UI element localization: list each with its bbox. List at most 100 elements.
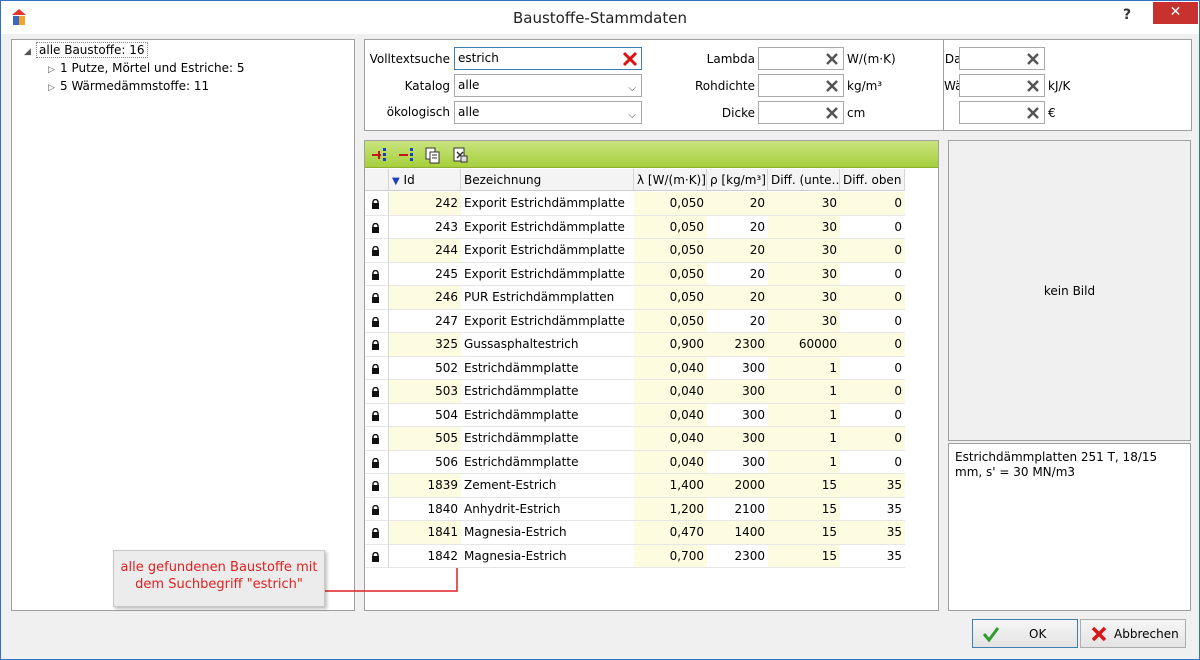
table-row[interactable]: 505 Estrichdämmplatte 0,040 300 1 0 (365, 427, 905, 451)
clear-icon[interactable] (823, 77, 841, 95)
lock-cell (365, 356, 389, 380)
no-image-text: kein Bild (1043, 284, 1096, 298)
table-row[interactable]: 1842 Magnesia-Estrich 0,700 2300 15 35 (365, 544, 905, 568)
dampfdiff-input[interactable] (959, 47, 1045, 70)
table-cell: 0 (840, 333, 905, 357)
clear-icon[interactable] (1024, 104, 1042, 122)
table-cell: 0 (840, 403, 905, 427)
add-column-icon[interactable] (370, 146, 388, 164)
table-cell: Estrichdämmplatte (461, 403, 634, 427)
table-cell: 30 (768, 286, 840, 310)
export-icon[interactable] (451, 146, 469, 164)
grid-toolbar (365, 141, 938, 168)
lock-icon (372, 457, 379, 468)
tree-item-waermedaemm[interactable]: ▷ 5 Wärmedämmstoffe: 11 (48, 78, 209, 94)
table-cell: 1,400 (634, 474, 707, 498)
lock-icon (372, 293, 379, 303)
help-button[interactable]: ? (1113, 5, 1141, 27)
table-cell: 20 (707, 286, 768, 310)
remove-column-icon[interactable] (397, 146, 415, 164)
waermekap-unit: kJ/K (1048, 79, 1071, 93)
table-cell: 0 (840, 192, 905, 216)
table-cell: 0,050 (634, 262, 707, 286)
table-cell: 0,900 (634, 333, 707, 357)
table-cell: 30 (768, 215, 840, 239)
table-cell: 1841 (389, 521, 461, 545)
clear-icon[interactable] (1024, 77, 1042, 95)
table-cell: 0,050 (634, 192, 707, 216)
table-row[interactable]: 504 Estrichdämmplatte 0,040 300 1 0 (365, 403, 905, 427)
table-row[interactable]: 1840 Anhydrit-Estrich 1,200 2100 15 35 (365, 497, 905, 521)
close-button[interactable]: ✕ (1153, 2, 1198, 24)
table-cell: 2100 (707, 497, 768, 521)
dicke-input[interactable] (758, 101, 844, 124)
table-cell: Exporit Estrichdämmplatte (461, 215, 634, 239)
lock-icon (372, 316, 379, 327)
table-row[interactable]: 243 Exporit Estrichdämmplatte 0,050 20 30 0 (365, 215, 905, 239)
volltext-input[interactable]: estrich (454, 47, 642, 70)
table-cell: 0 (840, 427, 905, 451)
lock-icon (372, 481, 379, 491)
oekologisch-value: alle (458, 105, 480, 119)
lambda-input[interactable] (758, 47, 844, 70)
clear-icon[interactable] (823, 50, 841, 68)
table-cell: 1 (768, 450, 840, 474)
tree-root[interactable]: ◢ alle Baustoffe: 16 (24, 42, 148, 58)
table-cell: 244 (389, 239, 461, 263)
table-cell: 0 (840, 286, 905, 310)
description-box: Estrichdämmplatten 251 T, 18/15 mm, s' =… (948, 443, 1191, 611)
cancel-button[interactable]: Abbrechen (1080, 619, 1186, 648)
lock-icon (372, 340, 379, 350)
clear-red-x-icon[interactable] (621, 50, 639, 68)
table-cell: 20 (707, 239, 768, 263)
table-cell: 506 (389, 450, 461, 474)
image-panel: kein Bild (948, 140, 1191, 441)
table-cell: 1 (768, 380, 840, 404)
table-cell: 35 (840, 497, 905, 521)
header-bezeichnung[interactable]: Bezeichnung (461, 169, 634, 191)
tree-item-putze[interactable]: ▷ 1 Putze, Mörtel und Estriche: 5 (48, 60, 245, 76)
table-row[interactable]: 325 Gussasphaltestrich 0,900 2300 60000 0 (365, 333, 905, 357)
header-diff-unten[interactable]: Diff. (unte… (768, 169, 840, 191)
table-row[interactable]: 1839 Zement-Estrich 1,400 2000 15 35 (365, 474, 905, 498)
lock-cell (365, 497, 389, 521)
table-cell: Gussasphaltestrich (461, 333, 634, 357)
table-row[interactable]: 244 Exporit Estrichdämmplatte 0,050 20 30 0 (365, 239, 905, 263)
table-row[interactable]: 502 Estrichdämmplatte 0,040 300 1 0 (365, 356, 905, 380)
collapse-icon[interactable]: ◢ (24, 44, 36, 60)
table-cell: 20 (707, 309, 768, 333)
callout-line-2: dem Suchbegriff "estrich" (135, 577, 303, 592)
table-cell: 1400 (707, 521, 768, 545)
kosten-input[interactable] (959, 101, 1045, 124)
header-rho[interactable]: ρ [kg/m³] (707, 169, 768, 191)
category-tree[interactable]: ◢ alle Baustoffe: 16 ▷ 1 Putze, Mörtel und… (11, 39, 355, 611)
table-cell: 0,050 (634, 309, 707, 333)
table-cell: 30 (768, 192, 840, 216)
table-cell: 1 (768, 427, 840, 451)
ok-button[interactable]: OK (972, 619, 1078, 648)
clear-icon[interactable] (1024, 50, 1042, 68)
header-lambda[interactable]: λ [W/(m·K)] (634, 169, 707, 191)
table-cell: 300 (707, 450, 768, 474)
table-row[interactable]: 506 Estrichdämmplatte 0,040 300 1 0 (365, 450, 905, 474)
table-cell: 0,050 (634, 239, 707, 263)
expand-icon[interactable]: ▷ (48, 80, 60, 96)
katalog-select[interactable]: alle ⌵ (454, 74, 642, 97)
table-row[interactable]: 1841 Magnesia-Estrich 0,470 1400 15 35 (365, 521, 905, 545)
table-row[interactable]: 245 Exporit Estrichdämmplatte 0,050 20 30 0 (365, 262, 905, 286)
table-row[interactable]: 247 Exporit Estrichdämmplatte 0,050 20 30 0 (365, 309, 905, 333)
waermekap-input[interactable] (959, 74, 1045, 97)
table-row[interactable]: 242 Exporit Estrichdämmplatte 0,050 20 30 0 (365, 192, 905, 216)
header-id[interactable]: ▼ Id (389, 169, 461, 191)
table-cell: 0,040 (634, 356, 707, 380)
table-row[interactable]: 246 PUR Estrichdämmplatten 0,050 20 30 0 (365, 286, 905, 310)
copy-icon[interactable] (424, 146, 442, 164)
clear-icon[interactable] (823, 104, 841, 122)
table-row[interactable]: 503 Estrichdämmplatte 0,040 300 1 0 (365, 380, 905, 404)
expand-icon[interactable]: ▷ (48, 62, 60, 78)
rohdichte-input[interactable] (758, 74, 844, 97)
oekologisch-select[interactable]: alle ⌵ (454, 101, 642, 124)
dicke-unit: cm (847, 106, 866, 120)
lock-icon (372, 199, 379, 209)
header-diff-oben[interactable]: Diff. oben (840, 169, 905, 191)
